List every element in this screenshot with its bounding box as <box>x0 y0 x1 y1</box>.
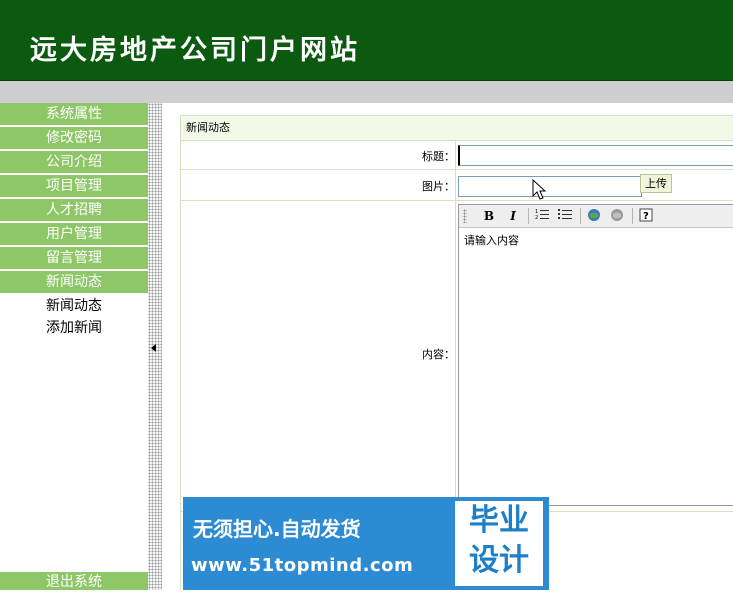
image-cell: 上传 <box>455 170 733 200</box>
watermark-badge: 毕业 设计 <box>455 501 543 586</box>
help-icon[interactable]: ? <box>637 208 655 224</box>
watermark-banner: 无须担心.自动发货 www.51topmind.com 毕业 设计 <box>183 497 549 590</box>
watermark-badge-line2: 设计 <box>469 543 529 578</box>
editor-content[interactable]: 请输入内容 <box>459 228 733 252</box>
sidebar-subitem-add-news[interactable]: 添加新闻 <box>0 317 148 339</box>
rich-text-editor[interactable]: B I 12 ? 请输入内容 <box>458 204 733 506</box>
sidebar-item-message-management[interactable]: 留言管理 <box>0 247 148 269</box>
insert-link-icon[interactable] <box>585 208 603 224</box>
svg-text:?: ? <box>643 211 649 222</box>
sidebar-subitem-news-list[interactable]: 新闻动态 <box>0 295 148 317</box>
editor-toolbar: B I 12 ? <box>459 205 733 228</box>
site-header: 远大房地产公司门户网站 <box>0 0 733 81</box>
content-cell: B I 12 ? 请输入内容 <box>455 201 733 511</box>
sidebar-item-news[interactable]: 新闻动态 <box>0 271 148 293</box>
sidebar-splitter[interactable] <box>148 103 162 590</box>
logout-button[interactable]: 退出系统 <box>0 572 148 590</box>
italic-button[interactable]: I <box>504 208 522 224</box>
sidebar-item-system-properties[interactable]: 系统属性 <box>0 103 148 125</box>
mouse-cursor-icon <box>532 179 546 200</box>
sidebar: 系统属性 修改密码 公司介绍 项目管理 人才招聘 用户管理 留言管理 新闻动态 … <box>0 103 148 590</box>
title-cell <box>455 141 733 169</box>
unordered-list-icon[interactable] <box>556 208 574 224</box>
bold-button[interactable]: B <box>480 208 498 224</box>
toolbar-separator <box>528 208 529 224</box>
title-label: 标题： <box>422 150 455 163</box>
sidebar-item-change-password[interactable]: 修改密码 <box>0 127 148 149</box>
title-input[interactable] <box>458 145 733 166</box>
image-path-input[interactable] <box>458 176 642 197</box>
toolbar-grip-icon <box>463 209 467 223</box>
panel-title: 新闻动态 <box>181 115 733 141</box>
collapse-arrow-icon[interactable] <box>151 344 156 352</box>
ordered-list-icon[interactable]: 12 <box>533 208 551 224</box>
title-row: 标题： <box>181 141 733 170</box>
toolbar-separator <box>632 208 633 224</box>
header-band <box>0 81 733 103</box>
watermark-url: www.51topmind.com <box>191 555 414 576</box>
sidebar-item-project-management[interactable]: 项目管理 <box>0 175 148 197</box>
toolbar-separator <box>580 208 581 224</box>
sidebar-item-company-intro[interactable]: 公司介绍 <box>0 151 148 173</box>
sidebar-item-recruitment[interactable]: 人才招聘 <box>0 199 148 221</box>
site-title: 远大房地产公司门户网站 <box>30 35 360 66</box>
watermark-badge-line1: 毕业 <box>469 503 529 538</box>
svg-text:2: 2 <box>535 215 538 220</box>
image-row: 图片： 上传 <box>181 170 733 201</box>
content-row: 内容： B I 12 ? 请输入内容 <box>181 201 733 512</box>
sidebar-item-user-management[interactable]: 用户管理 <box>0 223 148 245</box>
image-label: 图片： <box>422 180 455 193</box>
watermark-slogan: 无须担心.自动发货 <box>193 517 361 541</box>
upload-button[interactable]: 上传 <box>640 174 672 193</box>
content-label: 内容： <box>422 348 455 361</box>
remove-link-icon[interactable] <box>608 208 626 224</box>
